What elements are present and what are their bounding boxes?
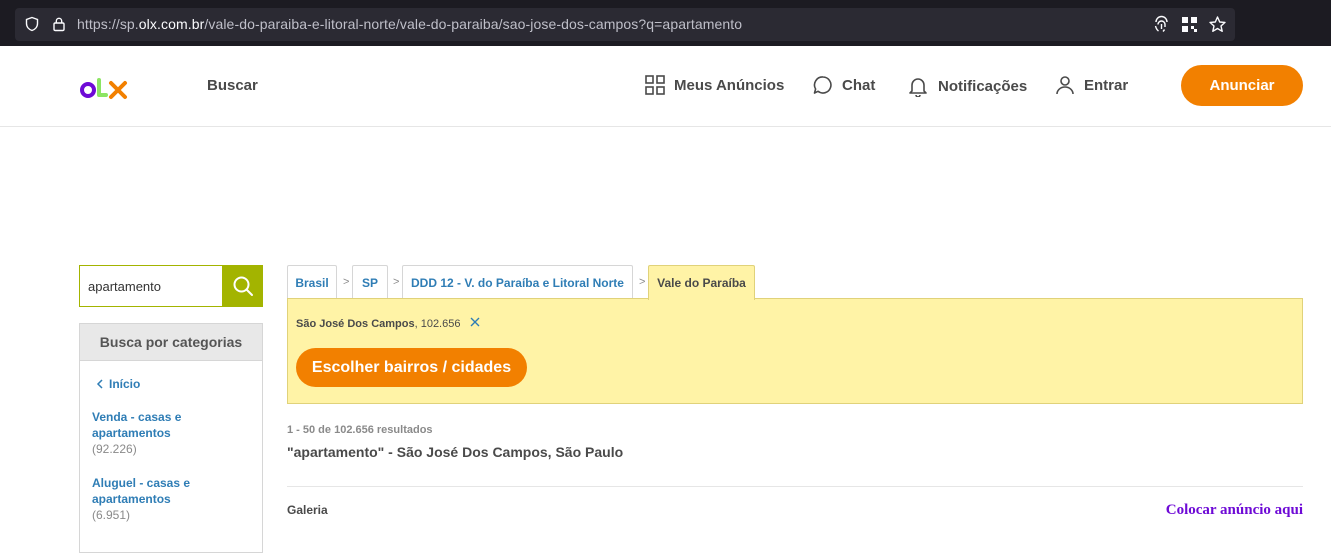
breadcrumb-brasil[interactable]: Brasil (287, 265, 337, 299)
category-item-venda[interactable]: Venda - casas e apartamentos (92.226) (92, 409, 212, 457)
bookmark-star-icon[interactable] (1208, 15, 1227, 34)
url-path: /vale-do-paraiba-e-litoral-norte/vale-do… (204, 16, 743, 32)
nav-chat[interactable]: Chat (813, 75, 875, 95)
category-item-label: Aluguel - casas e apartamentos (92, 476, 191, 506)
selected-location-name: São José Dos Campos (296, 317, 415, 330)
url-bar-actions (1152, 15, 1227, 34)
buscar-link[interactable]: Buscar (207, 77, 258, 94)
url-text[interactable]: https://sp.olx.com.br/vale-do-paraiba-e-… (77, 16, 742, 32)
nav-entrar-label: Entrar (1084, 76, 1129, 94)
search-button[interactable] (222, 265, 263, 307)
breadcrumb-separator: > (343, 276, 350, 288)
category-item-aluguel[interactable]: Aluguel - casas e apartamentos (6.951) (92, 475, 212, 523)
search-input[interactable] (80, 266, 223, 306)
results-title: "apartamento" - São José Dos Campos, São… (287, 444, 624, 460)
breadcrumb-vale-do-paraiba[interactable]: Vale do Paraíba (648, 265, 755, 300)
view-mode-galeria[interactable]: Galeria (287, 503, 328, 517)
search-icon (233, 276, 253, 296)
site-header: Buscar Meus Anúncios Chat Notificações E… (0, 46, 1331, 127)
breadcrumb-separator: > (639, 276, 646, 288)
url-bar[interactable]: https://sp.olx.com.br/vale-do-paraiba-e-… (15, 8, 1235, 41)
nav-meus-anuncios[interactable]: Meus Anúncios (645, 75, 784, 95)
browser-toolbar: https://sp.olx.com.br/vale-do-paraiba-e-… (0, 0, 1331, 46)
category-inicio-label: Início (109, 377, 141, 391)
anunciar-button[interactable]: Anunciar (1181, 65, 1303, 106)
category-item-count: (92.226) (92, 442, 137, 456)
url-prefix: https://sp. (77, 16, 139, 32)
category-item-count: (6.951) (92, 508, 131, 522)
qr-code-icon[interactable] (1180, 15, 1199, 34)
selected-location: São José Dos Campos, 102.656 (296, 317, 480, 330)
nav-notificacoes[interactable]: Notificações (907, 75, 1027, 97)
category-inicio-link[interactable]: Início (96, 377, 140, 391)
breadcrumb-ddd12[interactable]: DDD 12 - V. do Paraíba e Litoral Norte (402, 265, 633, 299)
location-filter-panel: São José Dos Campos, 102.656 Escolher ba… (287, 298, 1303, 404)
fingerprint-icon[interactable] (1152, 15, 1171, 34)
breadcrumb-sp[interactable]: SP (352, 265, 388, 299)
chat-bubble-icon (813, 76, 832, 94)
category-panel: Busca por categorias Início Venda - casa… (79, 323, 263, 553)
nav-notificacoes-label: Notificações (938, 77, 1028, 95)
choose-neighborhoods-button[interactable]: Escolher bairros / cidades (296, 348, 527, 387)
bell-icon (909, 78, 927, 97)
shield-icon[interactable] (24, 16, 40, 32)
nav-meus-anuncios-label: Meus Anúncios (674, 76, 785, 94)
url-host: olx.com.br (138, 16, 205, 32)
grid-icon (645, 75, 665, 95)
results-count: 1 - 50 de 102.656 resultados (287, 424, 433, 436)
search-box (79, 265, 263, 307)
close-icon[interactable] (470, 317, 480, 330)
user-icon (1056, 76, 1074, 95)
selected-location-count: , 102.656 (414, 317, 461, 330)
place-ad-link[interactable]: Colocar anúncio aqui (1166, 502, 1303, 519)
nav-chat-label: Chat (842, 76, 876, 94)
divider (287, 486, 1303, 487)
chevron-left-icon (96, 379, 103, 389)
lock-icon[interactable] (51, 16, 67, 32)
nav-entrar[interactable]: Entrar (1055, 75, 1128, 95)
olx-logo[interactable] (79, 75, 129, 101)
breadcrumb-separator: > (393, 276, 400, 288)
category-panel-title: Busca por categorias (80, 324, 262, 361)
category-item-label: Venda - casas e apartamentos (92, 410, 182, 440)
